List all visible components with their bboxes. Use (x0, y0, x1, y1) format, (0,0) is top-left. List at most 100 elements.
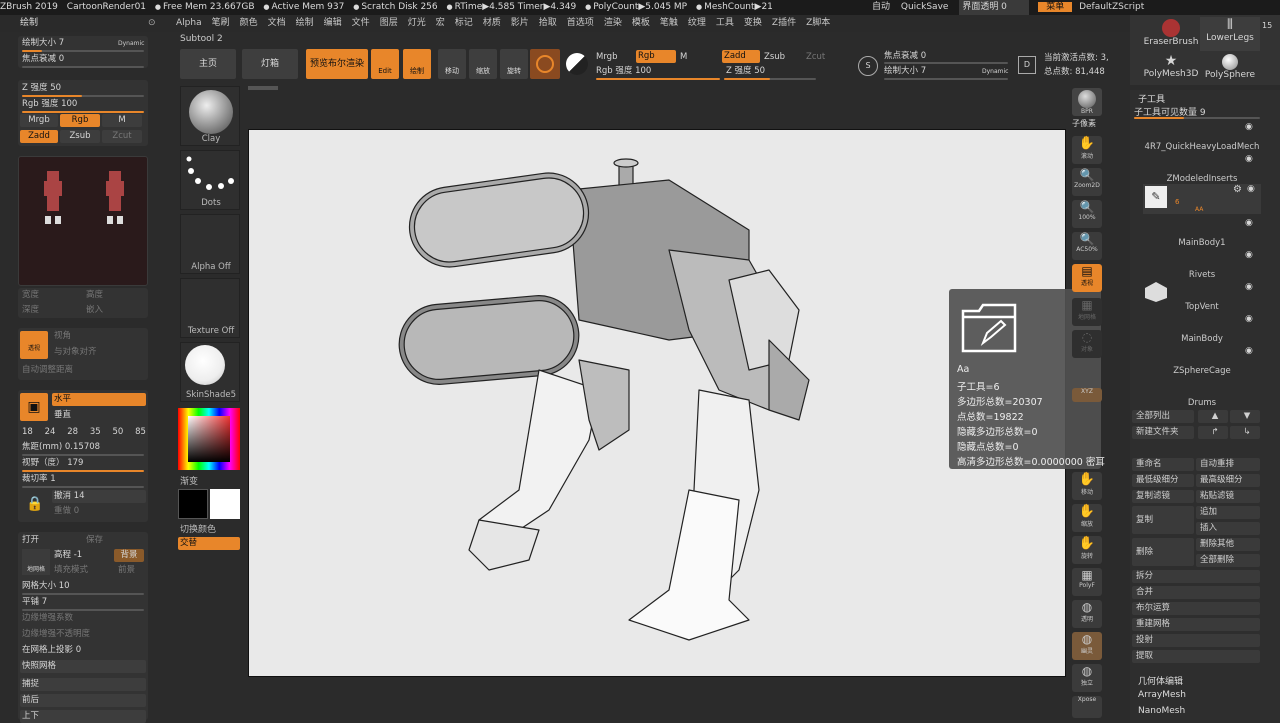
fov-slider[interactable]: 视野（度） 179 (22, 457, 83, 470)
boolean-button[interactable]: 布尔运算 (1132, 602, 1260, 615)
menu-1[interactable]: 笔刷 (212, 18, 230, 28)
front-back-button[interactable]: 前后 (20, 694, 146, 707)
menu-9[interactable]: 宏 (436, 18, 445, 28)
menu-15[interactable]: 渲染 (604, 18, 622, 28)
gradient-label[interactable]: 渐变 (180, 474, 198, 487)
align-object-toggle[interactable]: 与对象对齐 (54, 346, 97, 359)
focal-shift-icon[interactable]: S (858, 56, 878, 76)
home-button[interactable]: 主页 (180, 49, 236, 79)
subtool-item-2[interactable]: ✎ 6 AA ⚙ ◉ (1143, 184, 1261, 214)
floor-shelf-button[interactable]: ▦ 地网格 (1072, 298, 1102, 326)
floor-grid-button[interactable]: 地网格 (22, 549, 50, 575)
zoom2d-button[interactable]: 🔍 Zoom2D (1072, 168, 1102, 196)
rgb-intensity-slider[interactable]: Rgb 强度 100 (22, 98, 77, 111)
lock-icon[interactable]: 🔒 (26, 496, 43, 512)
menu-21[interactable]: Z插件 (772, 18, 796, 28)
toolbar-draw-size[interactable]: 绘制大小 7 (884, 65, 926, 78)
nanomesh-section[interactable]: NanoMesh (1138, 706, 1185, 716)
delete-button[interactable]: 删除 (1132, 538, 1194, 566)
scale-shelf-button[interactable]: ✋ 缩放 (1072, 504, 1102, 532)
polymesh-tile[interactable]: ★ PolyMesh3D (1136, 53, 1206, 85)
up-down-button[interactable]: 上下 (20, 710, 146, 723)
merge-button[interactable]: 合并 (1132, 586, 1260, 599)
half-size-button[interactable]: 🔍 AC50% (1072, 232, 1102, 260)
append-button[interactable]: 追加 (1196, 506, 1260, 519)
draw-size-slider[interactable]: 绘制大小 7 (22, 37, 64, 50)
tile-slider[interactable]: 平铺 7 (22, 596, 47, 609)
move-up-icon[interactable]: ↱ (1198, 426, 1228, 439)
menu-11[interactable]: 材质 (483, 18, 501, 28)
menu-14[interactable]: 首选项 (567, 18, 594, 28)
perspective-button[interactable]: 透视 (20, 331, 48, 359)
split-button[interactable]: 拆分 (1132, 570, 1260, 583)
eraser-brush-tile[interactable]: EraserBrush (1136, 17, 1206, 51)
ghost-button[interactable]: ◍ 幽灵 (1072, 632, 1102, 660)
lowest-subdiv-button[interactable]: 最低级细分 (1132, 474, 1194, 487)
horizontal-button[interactable]: 水平 (52, 393, 146, 406)
menu-5[interactable]: 编辑 (324, 18, 342, 28)
geometry-section[interactable]: 几何体编辑 (1138, 674, 1183, 687)
toolbar-zadd[interactable]: Zadd (722, 50, 760, 63)
menu-3[interactable]: 文档 (268, 18, 286, 28)
auto-reorder-button[interactable]: 自动重排 (1196, 458, 1260, 471)
crop-slider[interactable]: 裁切率 1 (22, 473, 56, 486)
ui-opacity-slider[interactable]: 界面透明 0 (959, 0, 1030, 15)
menu-8[interactable]: 灯光 (408, 18, 426, 28)
arraymesh-section[interactable]: ArrayMesh (1138, 690, 1186, 700)
texture-tile[interactable]: Texture Off (180, 278, 240, 338)
grid-projection-slider[interactable]: 在网格上投影 0 (22, 644, 81, 657)
toolbar-zcut[interactable]: Zcut (806, 51, 825, 64)
lowerlegs-tile[interactable]: ⫴ LowerLegs (1200, 17, 1260, 51)
save-button[interactable]: 保存 (86, 534, 103, 547)
focal-length-slider[interactable]: 焦距(mm) 0.15708 (22, 441, 100, 454)
lightbox-button[interactable]: 灯箱 (242, 49, 298, 79)
down-arrow-icon[interactable]: ▼ (1230, 410, 1260, 423)
zadd-button[interactable]: Zadd (20, 130, 58, 143)
quicksave-button[interactable]: QuickSave (901, 2, 949, 12)
eye-icon[interactable]: ◉ (1245, 346, 1253, 356)
subtool-item-0[interactable]: 4R7_QuickHeavyLoadMech ◉ (1143, 122, 1261, 152)
vertical-button[interactable]: 垂直 (54, 409, 71, 422)
focal-preset-85[interactable]: 85 (135, 427, 146, 437)
focal-preset-24[interactable]: 24 (45, 427, 56, 437)
menu-20[interactable]: 变换 (744, 18, 762, 28)
focal-shift-slider[interactable]: 焦点衰减 0 (22, 53, 64, 66)
mrgb-button[interactable]: Mrgb (20, 114, 58, 127)
menu-4[interactable]: 绘制 (296, 18, 314, 28)
color-picker[interactable] (178, 408, 240, 470)
solo-button[interactable]: ◍ 独立 (1072, 664, 1102, 692)
duplicate-button[interactable]: 复制 (1132, 506, 1194, 534)
menu-16[interactable]: 模板 (632, 18, 650, 28)
stroke-tile-dots[interactable]: Dots (180, 150, 240, 210)
gear-icon[interactable]: ⚙ (1233, 184, 1242, 195)
local-shelf-button[interactable]: ◌ 对象 (1072, 330, 1102, 358)
width-slider[interactable]: 宽度 (22, 289, 39, 302)
xyz-button[interactable]: XYZ (1072, 388, 1102, 402)
subtool-item-6[interactable]: MainBody ◉ (1143, 314, 1261, 344)
remesh-button[interactable]: 重建网格 (1132, 618, 1260, 631)
edge-opacity-slider[interactable]: 边缘增强不透明度 (22, 628, 90, 641)
undo-button[interactable]: 撤消 14 (52, 490, 146, 503)
focal-preset-28[interactable]: 28 (67, 427, 78, 437)
menu-0[interactable]: Alpha (176, 18, 202, 28)
subtool-title[interactable]: 子工具 (1138, 92, 1165, 105)
eye-icon[interactable]: ◉ (1245, 218, 1253, 228)
eye-icon[interactable]: ◉ (1245, 154, 1253, 164)
canvas-viewport[interactable] (248, 129, 1066, 677)
height-slider[interactable]: 高度 (86, 289, 103, 302)
bpr-button[interactable]: 预览布尔渲染 (306, 49, 368, 79)
close-icon[interactable]: ⊙ (148, 15, 156, 32)
dynamic-d-icon[interactable]: D (1018, 56, 1036, 74)
eye-icon[interactable]: ◉ (1245, 122, 1253, 132)
move-down-icon[interactable]: ↳ (1230, 426, 1260, 439)
fg-button[interactable]: 前景 (118, 564, 135, 577)
project-button[interactable]: 投射 (1132, 634, 1260, 647)
depth-slider[interactable]: 深度 (22, 304, 39, 317)
toolbar-rgb[interactable]: Rgb (636, 50, 676, 63)
delete-other-button[interactable]: 删除其他 (1196, 538, 1260, 551)
paste-filter-button[interactable]: 粘贴滤镜 (1196, 490, 1260, 503)
rotate-shelf-button[interactable]: ✋ 旋转 (1072, 536, 1102, 564)
default-zscript[interactable]: DefaultZScript (1079, 2, 1144, 12)
primary-color-swatch[interactable] (178, 489, 208, 519)
menu-7[interactable]: 图层 (380, 18, 398, 28)
